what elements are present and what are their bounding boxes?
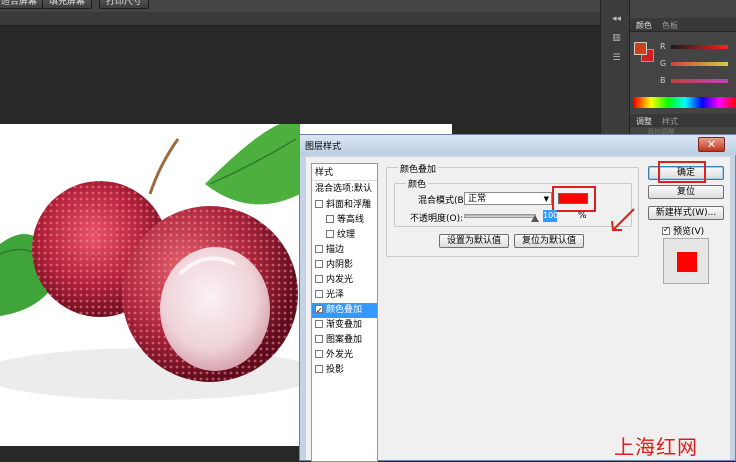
style-item[interactable]: 图案叠加 [312,333,377,348]
r-slider[interactable] [671,45,728,49]
tab-swatches[interactable]: 色板 [662,20,678,31]
style-item-checkbox[interactable] [326,215,334,223]
blend-mode-value: 正常 [468,194,487,204]
style-item[interactable]: 投影 [312,363,377,378]
style-item[interactable]: 等高线 [312,213,377,228]
opacity-unit: % [578,211,587,221]
style-item-label: 投影 [326,365,345,375]
style-item-label: 等高线 [337,215,365,225]
history-panel-icon[interactable]: ▥ [610,33,623,45]
collapse-icon[interactable]: ◂◂ [610,14,623,26]
dialog-body: 样式 混合选项:默认 斜面和浮雕等高线纹理描边内阴影内发光光泽颜色叠加渐变叠加图… [306,157,730,462]
style-item-label: 斜面和浮雕 [326,200,372,210]
style-item-checkbox[interactable] [315,260,323,268]
preview-checkbox[interactable]: 预览(V) [662,224,704,237]
style-item-label: 内发光 [326,275,354,285]
annotation-arrow-icon [611,208,635,231]
fill-screen-button[interactable]: 填充屏幕 [42,0,93,9]
style-item[interactable]: 外发光 [312,348,377,363]
style-item-checkbox[interactable] [315,303,323,318]
style-item-label: 光泽 [326,290,345,300]
blend-mode-select[interactable]: 正常 ▼ [464,192,552,205]
style-item-label: 渐变叠加 [326,320,363,330]
highlight-box [552,186,596,212]
set-default-button[interactable]: 设置为默认值 [439,234,509,248]
preview-label: 预览(V) [673,227,705,237]
close-button[interactable]: ✕ [698,137,725,152]
style-item-checkbox[interactable] [315,275,323,283]
dialog-titlebar: 图层样式 ✕ [300,135,736,155]
style-item-label: 纹理 [337,230,356,240]
opacity-input[interactable]: 100 [543,210,558,222]
style-item-blending-options[interactable]: 混合选项:默认 [312,182,377,197]
g-slider[interactable] [671,62,728,66]
style-item-label: 颜色叠加 [326,305,363,315]
opacity-slider[interactable] [464,214,536,218]
color-overlay-title: 颜色叠加 [398,162,439,175]
style-item-checkbox[interactable] [315,350,323,358]
g-label: G [660,59,667,68]
foreground-color-swatch[interactable] [634,42,647,55]
options-bar: 适合屏幕 填充屏幕 打印尺寸 [0,0,600,12]
style-item-checkbox[interactable] [315,245,323,253]
style-item-checkbox[interactable] [326,230,334,238]
style-item[interactable]: 内阴影 [312,258,377,273]
style-item-checkbox[interactable] [315,200,323,208]
watermark-logo: 上海红网 [614,435,698,459]
color-subgroup-title: 颜色 [406,177,429,190]
preview-swatch [677,252,697,272]
color-panel-tabs: 颜色 色板 [630,18,736,32]
reset-button[interactable]: 复位 [648,185,724,199]
style-item[interactable]: 描边 [312,243,377,258]
close-icon: ✕ [706,138,717,151]
b-label: B [660,76,666,85]
style-list: 样式 混合选项:默认 斜面和浮雕等高线纹理描边内阴影内发光光泽颜色叠加渐变叠加图… [311,163,378,462]
r-label: R [660,42,666,51]
style-item-checkbox[interactable] [315,335,323,343]
style-item-label: 内阴影 [326,260,354,270]
adjustments-panel-tabs: 调整 样式 [630,114,736,127]
color-spectrum-bar[interactable] [634,97,736,108]
tab-color[interactable]: 颜色 [636,20,652,31]
tab-styles[interactable]: 样式 [662,116,678,127]
style-item[interactable]: 纹理 [312,228,377,243]
style-item[interactable]: 内发光 [312,273,377,288]
style-item-checkbox[interactable] [315,365,323,373]
style-item[interactable]: 光泽 [312,288,377,303]
fit-screen-button[interactable]: 适合屏幕 [0,0,45,9]
chevron-down-icon: ▼ [543,195,549,203]
style-item[interactable]: 渐变叠加 [312,318,377,333]
blend-mode-label: 混合模式(B): [418,196,471,206]
style-item[interactable]: 斜面和浮雕 [312,198,377,213]
ok-highlight-box [658,161,706,183]
style-item-label: 图案叠加 [326,335,363,345]
style-item[interactable]: 颜色叠加 [312,303,377,318]
reset-default-button[interactable]: 复位为默认值 [514,234,584,248]
new-style-button[interactable]: 新建样式(W)... [648,206,724,220]
style-item-checkbox[interactable] [315,290,323,298]
style-item-label: 外发光 [326,350,354,360]
style-preview [663,238,709,284]
b-slider[interactable] [671,79,728,83]
preview-checkbox-box[interactable] [662,225,670,235]
dialog-title: 图层样式 [305,142,342,152]
tab-adjustments[interactable]: 调整 [636,116,652,127]
style-item-label: 描边 [326,245,345,255]
opacity-slider-thumb[interactable] [531,215,539,222]
document-tab-bar [0,12,600,26]
layers-panel-icon[interactable]: ☰ [610,53,623,65]
style-item-checkbox[interactable] [315,320,323,328]
layer-style-dialog: 图层样式 ✕ 样式 混合选项:默认 斜面和浮雕等高线纹理描边内阴影内发光光泽颜色… [299,134,736,462]
print-size-button[interactable]: 打印尺寸 [99,0,150,9]
opacity-label: 不透明度(O): [410,214,464,224]
style-list-header: 样式 [312,166,377,181]
